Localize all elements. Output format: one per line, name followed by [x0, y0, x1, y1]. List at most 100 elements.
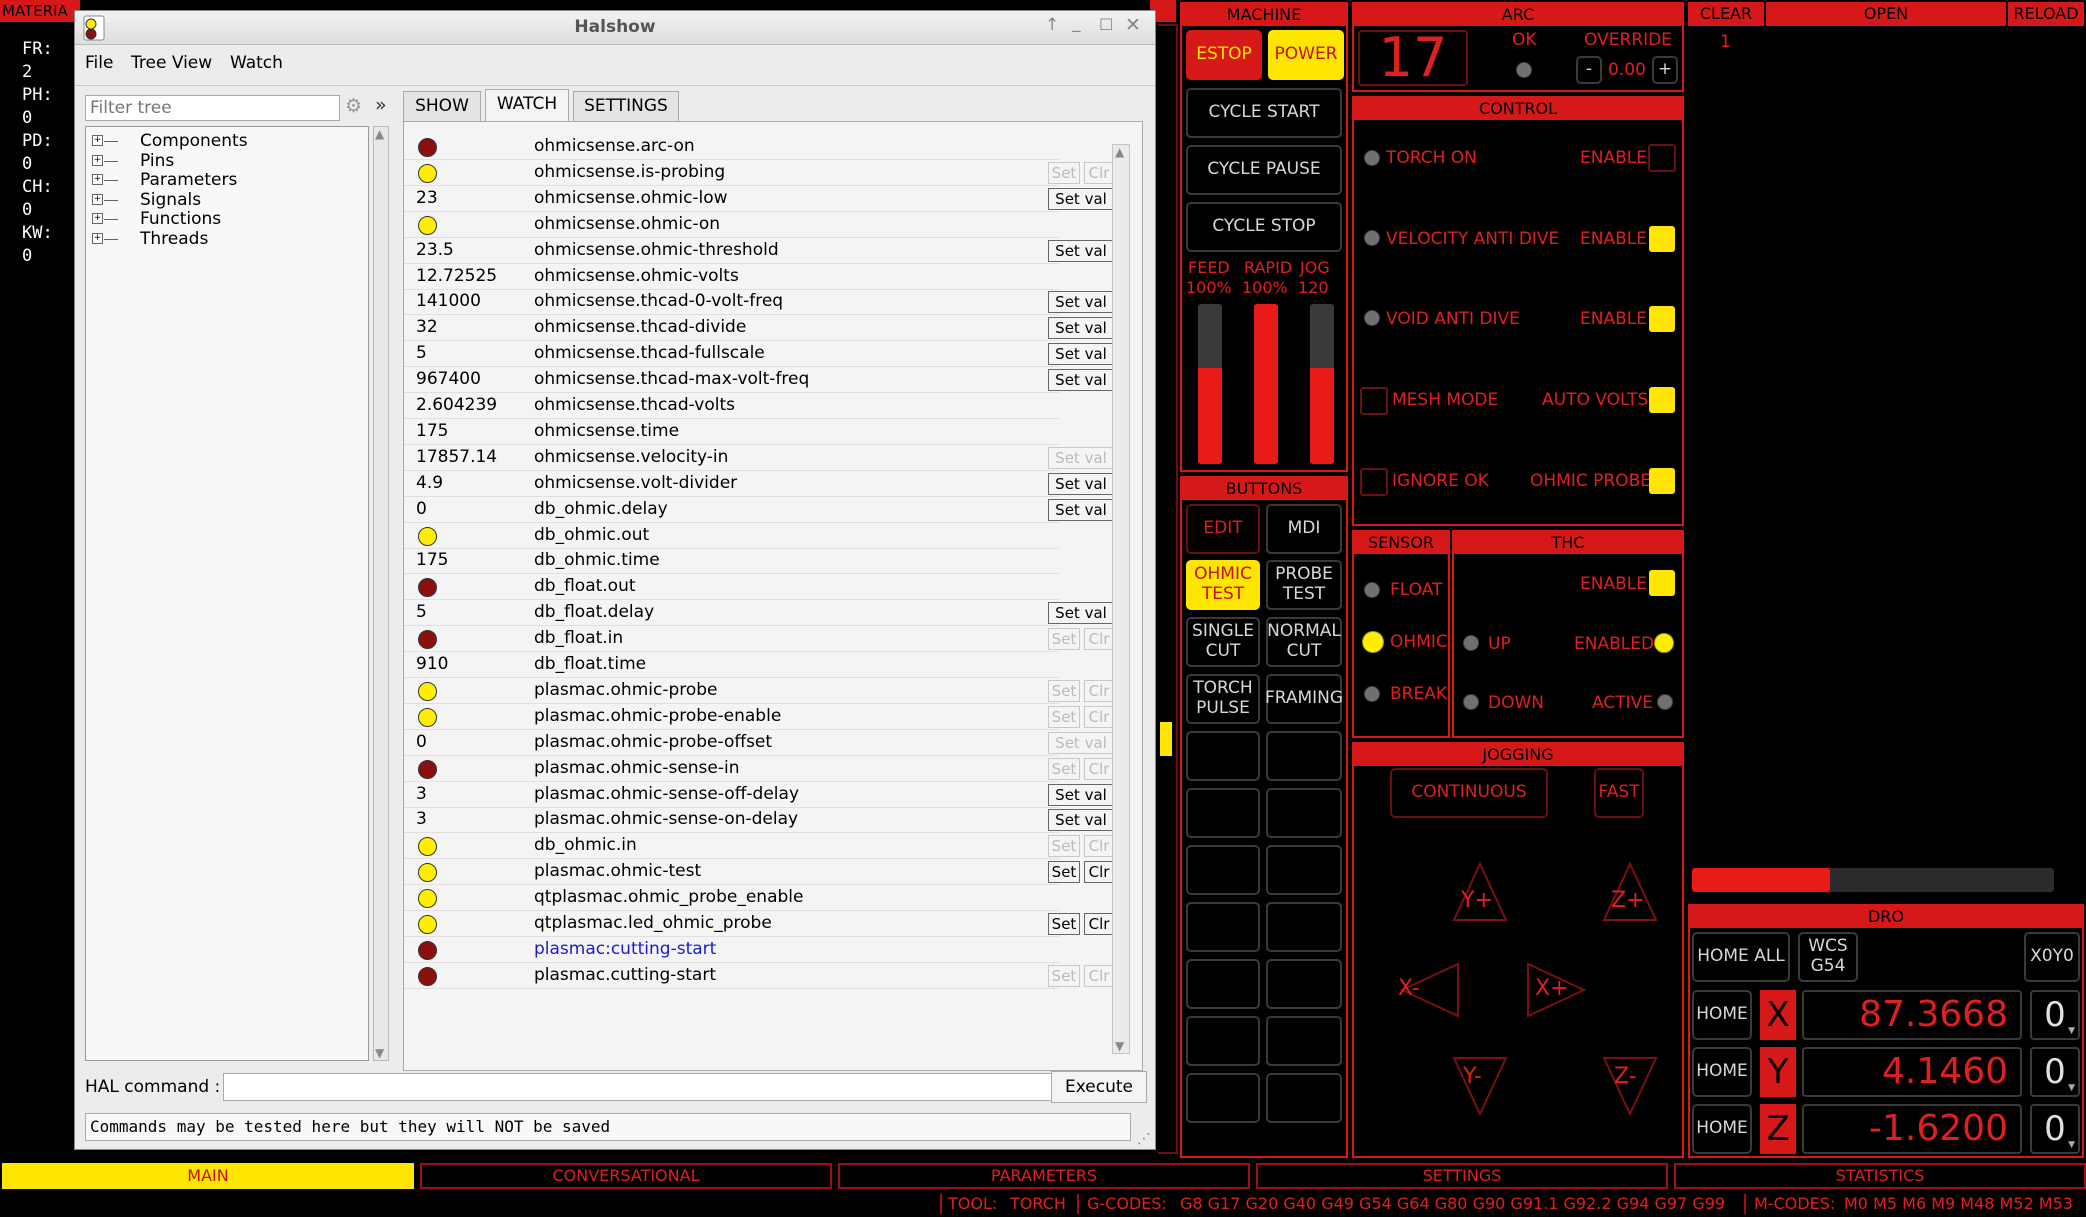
tree-item[interactable]: Functions	[140, 209, 221, 229]
cycle-start-button[interactable]: CYCLE START	[1186, 88, 1342, 138]
home-axis-button[interactable]: HOME	[1692, 1047, 1752, 1097]
set-button[interactable]: Set	[1048, 757, 1080, 780]
custom-user-button[interactable]	[1186, 902, 1260, 952]
hal-command-input[interactable]	[223, 1073, 1115, 1101]
gcode-viewer[interactable]: 1	[1688, 28, 2084, 900]
ignore-ok-checkbox[interactable]	[1360, 468, 1388, 496]
custom-user-button[interactable]	[1266, 902, 1342, 952]
tab-show[interactable]: SHOW	[403, 91, 481, 121]
set-val-button[interactable]: Set val	[1048, 809, 1114, 832]
set-button[interactable]: Set	[1048, 913, 1080, 935]
execute-button[interactable]: Execute	[1051, 1071, 1147, 1103]
axis-value[interactable]: -1.6200	[1802, 1104, 2022, 1154]
tree-scroll-down-icon[interactable]: ▼	[375, 1046, 384, 1060]
override-plus-button[interactable]: +	[1652, 56, 1678, 84]
ohmic-probe-checkbox[interactable]	[1649, 468, 1675, 494]
set-val-button[interactable]: Set val	[1048, 343, 1114, 366]
tree-expand-icon[interactable]: +	[92, 232, 103, 244]
framing-button[interactable]: FRAMING	[1265, 674, 1343, 724]
tree-scroll-up-icon[interactable]: ▲	[375, 127, 384, 141]
custom-user-button[interactable]	[1266, 1016, 1342, 1066]
tree-scrollbar[interactable]: ▲ ▼	[373, 126, 389, 1061]
bottom-tab-statistics[interactable]: STATISTICS	[1674, 1163, 2086, 1189]
set-val-button[interactable]: Set val	[1048, 783, 1114, 806]
void-enable-checkbox[interactable]	[1649, 306, 1675, 332]
filter-settings-icon[interactable]: ⚙	[345, 95, 362, 117]
set-button[interactable]: Set	[1048, 679, 1080, 702]
clr-button[interactable]: Clr	[1084, 835, 1114, 858]
clr-button[interactable]: Clr	[1084, 861, 1114, 884]
tab-watch[interactable]: WATCH	[485, 89, 569, 121]
clear-button[interactable]: CLEAR	[1688, 2, 1764, 26]
menu-tree-view[interactable]: Tree View	[131, 53, 212, 73]
custom-user-button[interactable]	[1266, 731, 1342, 781]
bottom-tab-conversational[interactable]: CONVERSATIONAL	[420, 1163, 832, 1189]
window-close-icon[interactable]: ✕	[1125, 14, 1141, 36]
halshow-titlebar[interactable]: Halshow ↑ _ ☐ ✕	[75, 11, 1155, 45]
set-val-button[interactable]: Set val	[1048, 317, 1114, 340]
velocity-enable-checkbox[interactable]	[1649, 226, 1675, 252]
torch-enable-checkbox[interactable]	[1648, 144, 1676, 172]
axis-offset-button[interactable]: 0 ▼	[2030, 1047, 2080, 1097]
override-slider[interactable]	[1198, 304, 1222, 464]
custom-user-button[interactable]	[1266, 788, 1342, 838]
axis-offset-button[interactable]: 0 ▼	[2030, 1104, 2080, 1154]
resize-grip-icon[interactable]: ⋰	[1137, 1131, 1151, 1147]
set-button[interactable]: Set	[1048, 161, 1080, 184]
mdi-button[interactable]: MDI	[1266, 504, 1342, 554]
window-maximize-icon[interactable]: ☐	[1099, 15, 1113, 34]
mesh-mode-checkbox[interactable]	[1360, 387, 1388, 415]
custom-user-button[interactable]	[1186, 1016, 1260, 1066]
watch-scroll-up-icon[interactable]: ▲	[1115, 145, 1124, 159]
set-val-button[interactable]: Set val	[1048, 472, 1114, 495]
cycle-pause-button[interactable]: CYCLE PAUSE	[1186, 145, 1342, 195]
set-val-button[interactable]: Set val	[1048, 731, 1114, 754]
tree-expand-icon[interactable]: +	[92, 154, 103, 166]
set-val-button[interactable]: Set val	[1048, 369, 1114, 392]
custom-user-button[interactable]	[1266, 959, 1342, 1009]
home-all-button[interactable]: HOME ALL	[1692, 932, 1790, 982]
set-button[interactable]: Set	[1048, 835, 1080, 858]
clr-button[interactable]: Clr	[1084, 913, 1114, 935]
tree-item[interactable]: Components	[140, 131, 248, 151]
x0y0-button[interactable]: X0Y0	[2024, 932, 2080, 982]
tree-expand-icon[interactable]: +	[92, 213, 103, 224]
axis-value[interactable]: 4.1460	[1802, 1047, 2022, 1097]
override-minus-button[interactable]: -	[1576, 56, 1602, 84]
tree-expand-icon[interactable]: +	[92, 174, 103, 185]
bottom-tab-settings[interactable]: SETTINGS	[1256, 1163, 1668, 1189]
custom-user-button[interactable]	[1186, 959, 1260, 1009]
bottom-tab-parameters[interactable]: PARAMETERS	[838, 1163, 1250, 1189]
tree-expand-icon[interactable]: +	[92, 193, 103, 205]
custom-user-button[interactable]	[1186, 1073, 1260, 1123]
power-button[interactable]: POWER	[1268, 30, 1344, 80]
tree-item[interactable]: Parameters	[140, 170, 237, 190]
window-minimize-icon[interactable]: _	[1072, 13, 1081, 33]
watch-scroll-down-icon[interactable]: ▼	[1115, 1039, 1124, 1053]
custom-user-button[interactable]	[1186, 788, 1260, 838]
ohmic-test-button[interactable]: OHMIC TEST	[1186, 560, 1260, 610]
wcs-button[interactable]: WCS G54	[1798, 932, 1858, 982]
tree-item[interactable]: Pins	[140, 151, 174, 171]
set-val-button[interactable]: Set val	[1048, 498, 1114, 521]
open-button[interactable]: OPEN	[1766, 2, 2006, 26]
continuous-button[interactable]: CONTINUOUS	[1390, 768, 1548, 818]
set-val-button[interactable]: Set val	[1048, 239, 1114, 262]
axis-offset-button[interactable]: 0 ▼	[2030, 990, 2080, 1040]
menu-watch[interactable]: Watch	[230, 53, 283, 73]
tree-item[interactable]: Signals	[140, 190, 201, 210]
clr-button[interactable]: Clr	[1084, 679, 1114, 702]
home-axis-button[interactable]: HOME	[1692, 990, 1752, 1040]
expand-panel-icon[interactable]: »	[375, 94, 387, 116]
tab-settings[interactable]: SETTINGS	[573, 91, 679, 121]
custom-user-button[interactable]	[1186, 845, 1260, 895]
single-cut-button[interactable]: SINGLE CUT	[1186, 617, 1260, 667]
axis-value[interactable]: 87.3668	[1802, 990, 2022, 1040]
custom-user-button[interactable]	[1186, 731, 1260, 781]
set-val-button[interactable]: Set val	[1048, 187, 1114, 210]
custom-user-button[interactable]	[1266, 845, 1342, 895]
estop-button[interactable]: ESTOP	[1186, 30, 1262, 80]
tree-expand-icon[interactable]: +	[92, 135, 103, 146]
set-button[interactable]: Set	[1048, 861, 1080, 884]
window-up-icon[interactable]: ↑	[1045, 15, 1059, 35]
